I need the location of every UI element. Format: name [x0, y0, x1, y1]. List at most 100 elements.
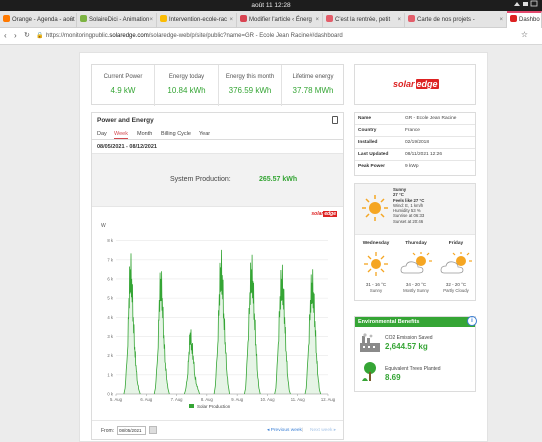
next-week-link[interactable]: Next week ▸ — [310, 428, 336, 433]
url-domain: solaredge.com — [109, 33, 149, 39]
tab-label: Orange - Agenda - août — [12, 17, 75, 23]
logo-text: solar — [311, 211, 324, 217]
back-icon[interactable]: ‹ — [4, 31, 7, 40]
forward-icon[interactable]: › — [14, 31, 17, 40]
x-tick-label: 11. Aug — [291, 397, 306, 402]
legend-swatch — [189, 404, 194, 408]
production-label: System Production: — [170, 176, 231, 183]
close-tab-icon[interactable]: × — [229, 13, 233, 28]
site-info-table: Name GR - Ecole Jean Racine Country France… — [354, 112, 476, 176]
calendar-icon[interactable] — [149, 426, 157, 434]
tab-orange-agenda[interactable]: Orange - Agenda - août × — [0, 13, 77, 28]
x-tick-label: 12. Aug — [321, 397, 336, 402]
close-tab-icon[interactable]: × — [315, 13, 319, 28]
nav-separator: | — [302, 428, 304, 433]
page-icon — [326, 15, 333, 22]
tab-label: Modifier l'article ‹ Énerg — [249, 17, 312, 23]
x-tick-label: 6. Aug — [140, 397, 153, 402]
x-tick-label: 8. Aug — [201, 397, 214, 402]
kpi-label: Lifetime energy — [292, 74, 334, 80]
info-key: Peak Power — [358, 164, 385, 169]
close-tab-icon[interactable]: × — [69, 13, 73, 28]
sun-icon — [362, 195, 388, 221]
tab-year[interactable]: Year — [199, 131, 210, 137]
drive-icon — [160, 15, 167, 22]
legend-label: Solar Production — [197, 404, 231, 409]
power-energy-panel: Power and Energy Day Week Month Billing … — [91, 112, 344, 440]
logo-suffix: edge — [323, 211, 337, 217]
tab-solairedici[interactable]: SolaireDici - Animation × — [77, 13, 157, 28]
close-tab-icon[interactable]: × — [149, 13, 153, 28]
tab-billing-cycle[interactable]: Billing Cycle — [161, 131, 191, 137]
solairedici-icon — [80, 15, 87, 22]
url-field[interactable]: https://monitoringpublic.solaredge.com/s… — [46, 31, 343, 42]
bookmark-star-icon[interactable]: ☆ — [521, 30, 528, 39]
forecast-friday: Friday 32 - 20 °C Partly Cloudy — [436, 239, 476, 299]
info-row-installed: Installed 02/19/2018 — [355, 137, 475, 149]
date-range: 08/05/2021 - 08/12/2021 — [97, 144, 157, 150]
kpi-current-power: Current Power 4.9 kW — [92, 65, 155, 106]
kpi-energy-month: Energy this month 376.59 kWh — [219, 65, 282, 106]
factory-icon — [360, 333, 380, 352]
forecast-day: Thursday — [405, 241, 427, 246]
production-chart: solaredge W 0 k 1 k 2 k 3 k 4 k 5 k 6 k 7 k 8 k 5.… — [92, 207, 343, 415]
x-tick-label: 9. Aug — [231, 397, 244, 402]
forecast-temps: 34 - 20 °C — [405, 282, 427, 287]
forecast-wednesday: Wednesday 31 - 16 °C Sunny — [356, 239, 396, 299]
info-value: 08/11/2021 12:26 — [405, 152, 442, 157]
reload-icon[interactable]: ↻ — [24, 31, 30, 39]
from-label: From: — [101, 428, 115, 434]
forecast-day: Wednesday — [362, 241, 390, 246]
close-tab-icon[interactable]: × — [499, 13, 503, 28]
previous-week-link[interactable]: ◂ Previous week — [267, 428, 302, 433]
weather-sunset: Sunset at 20:46 — [393, 218, 424, 224]
info-value: GR - Ecole Jean Racine — [405, 116, 457, 121]
info-key: Installed — [358, 140, 378, 145]
y-tick-label: 7 k — [107, 257, 113, 262]
info-value: 9 kWp — [405, 164, 419, 169]
y-tick-label: 8 k — [107, 238, 113, 243]
export-document-icon[interactable] — [332, 116, 338, 124]
kpi-label: Energy this month — [225, 74, 275, 80]
tab-carte-projets[interactable]: Carte de nos projets - × — [405, 13, 507, 28]
kpi-value: 37.78 MWh — [292, 86, 334, 95]
info-row-name: Name GR - Ecole Jean Racine — [355, 113, 475, 125]
kpi-value: 4.9 kW — [110, 86, 136, 95]
env-benefits-title: Environmental Benefits — [355, 317, 475, 327]
tab-rentree[interactable]: C'est la rentrée, petit × — [323, 13, 405, 28]
info-value: 02/19/2018 — [405, 140, 430, 145]
tab-label: C'est la rentrée, petit — [335, 17, 391, 23]
info-icon[interactable]: i — [467, 316, 477, 326]
forecast-condition: Partly Cloudy — [443, 288, 469, 293]
info-key: Name — [358, 116, 372, 121]
y-tick-label: 4 k — [107, 315, 113, 320]
tab-modifier-article[interactable]: Modifier l'article ‹ Énerg × — [237, 13, 323, 28]
brand-logo-panel: solar edge — [354, 64, 476, 105]
browser-tab-strip: Orange - Agenda - août × SolaireDici - An… — [0, 11, 542, 28]
x-tick-label: 7. Aug — [171, 397, 184, 402]
kpi-strip: Current Power 4.9 kW Energy today 10.84 … — [91, 64, 344, 106]
info-key: Country — [358, 128, 377, 133]
solaredge-logo: solar edge — [393, 79, 439, 89]
url-path: /solaredge-web/p/site/public?name=GR - E… — [148, 33, 343, 39]
system-clock[interactable]: août 11 12:28 — [251, 2, 290, 9]
tab-intervention[interactable]: Intervention-ecole-rac × — [157, 13, 237, 28]
forecast-temps: 31 - 16 °C — [365, 282, 387, 287]
y-tick-label: 5 k — [107, 296, 113, 301]
production-summary: System Production: 265.57 kWh — [92, 153, 343, 207]
tab-label: Carte de nos projets - — [417, 17, 475, 23]
tab-month[interactable]: Month — [137, 131, 152, 137]
kpi-value: 10.84 kWh — [167, 86, 206, 95]
sun-icon — [364, 252, 388, 276]
info-row-peak-power: Peak Power 9 kWp — [355, 161, 475, 173]
tab-label: SolaireDici - Animation — [89, 17, 150, 23]
kpi-energy-today: Energy today 10.84 kWh — [155, 65, 219, 106]
kpi-value: 376.59 kWh — [228, 86, 272, 95]
from-date-input[interactable]: 08/05/2021 — [117, 426, 146, 435]
tab-day[interactable]: Day — [97, 131, 107, 137]
tab-dashboard[interactable]: Dashbo — [507, 11, 542, 28]
forecast-condition: Mostly Sunny — [403, 288, 429, 293]
close-tab-icon[interactable]: × — [397, 13, 401, 28]
tab-week[interactable]: Week — [114, 131, 128, 139]
forecast-condition: Sunny — [369, 288, 383, 293]
